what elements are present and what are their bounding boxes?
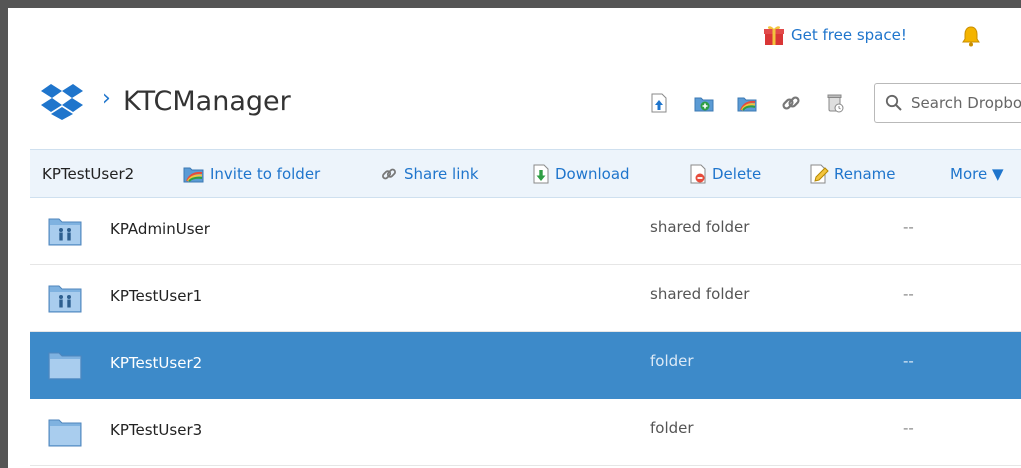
share-folder-icon[interactable] — [736, 92, 758, 114]
file-row[interactable]: KPTestUser1 shared folder -- — [30, 265, 1021, 332]
file-modified: -- — [903, 419, 914, 437]
get-free-space-link[interactable]: Get free space! — [763, 24, 907, 46]
download-button[interactable]: Download — [532, 150, 630, 198]
file-modified: -- — [903, 352, 914, 370]
share-folder-icon — [183, 167, 204, 183]
upload-icon[interactable] — [648, 92, 670, 114]
file-kind: folder — [650, 352, 694, 370]
download-icon — [533, 164, 549, 184]
delete-label: Delete — [712, 165, 762, 183]
file-name: KPTestUser1 — [110, 287, 203, 305]
gift-icon — [764, 26, 784, 45]
rename-button[interactable]: Rename — [809, 150, 896, 198]
file-kind: shared folder — [650, 285, 750, 303]
rename-icon — [810, 164, 829, 184]
file-row[interactable]: KPTestUser2 folder -- — [30, 332, 1021, 399]
breadcrumb-separator: › — [102, 86, 111, 111]
folder-icon — [48, 352, 82, 380]
shared-folder-icon — [48, 218, 82, 246]
file-kind: shared folder — [650, 218, 750, 236]
share-link-label: Share link — [404, 165, 479, 183]
invite-to-folder-button[interactable]: Invite to folder — [183, 150, 320, 198]
top-bar: Get free space! — [8, 8, 1021, 60]
shared-folder-icon — [48, 285, 82, 313]
new-folder-icon[interactable] — [693, 92, 715, 114]
header: › KTCManager — [8, 78, 1021, 138]
deleted-files-icon[interactable] — [824, 92, 846, 114]
link-icon[interactable] — [780, 92, 802, 114]
get-free-space-label: Get free space! — [791, 26, 907, 44]
delete-icon — [690, 164, 706, 184]
search-box[interactable] — [874, 83, 1021, 123]
file-kind: folder — [650, 419, 694, 437]
file-modified: -- — [903, 285, 914, 303]
file-row[interactable]: KPTestUser3 folder -- — [30, 399, 1021, 466]
file-name: KPTestUser3 — [110, 421, 203, 439]
file-name: KPTestUser2 — [110, 354, 203, 372]
search-icon — [885, 94, 902, 111]
more-label: More ▼ — [950, 165, 1004, 183]
download-label: Download — [555, 165, 630, 183]
selected-item-name: KPTestUser2 — [42, 165, 135, 183]
dropbox-logo-icon[interactable] — [41, 84, 83, 120]
invite-label: Invite to folder — [210, 165, 321, 183]
file-name: KPAdminUser — [110, 220, 210, 238]
file-list: KPAdminUser shared folder -- KPTestUser1… — [30, 198, 1021, 466]
share-link-button[interactable]: Share link — [379, 150, 479, 198]
folder-icon — [48, 419, 82, 447]
link-icon — [382, 168, 396, 180]
rename-label: Rename — [834, 165, 896, 183]
notifications-bell-icon[interactable] — [959, 24, 983, 48]
action-bar: KPTestUser2 Invite to folder Share link — [30, 149, 1021, 198]
delete-button[interactable]: Delete — [689, 150, 761, 198]
file-row[interactable]: KPAdminUser shared folder -- — [30, 198, 1021, 265]
more-actions-button[interactable]: More ▼ — [950, 150, 1004, 198]
file-modified: -- — [903, 218, 914, 236]
search-input[interactable] — [911, 94, 1021, 112]
dropbox-page: Get free space! › KTCManager Search Drop… — [8, 8, 1021, 468]
page-title: KTCManager — [123, 86, 291, 117]
